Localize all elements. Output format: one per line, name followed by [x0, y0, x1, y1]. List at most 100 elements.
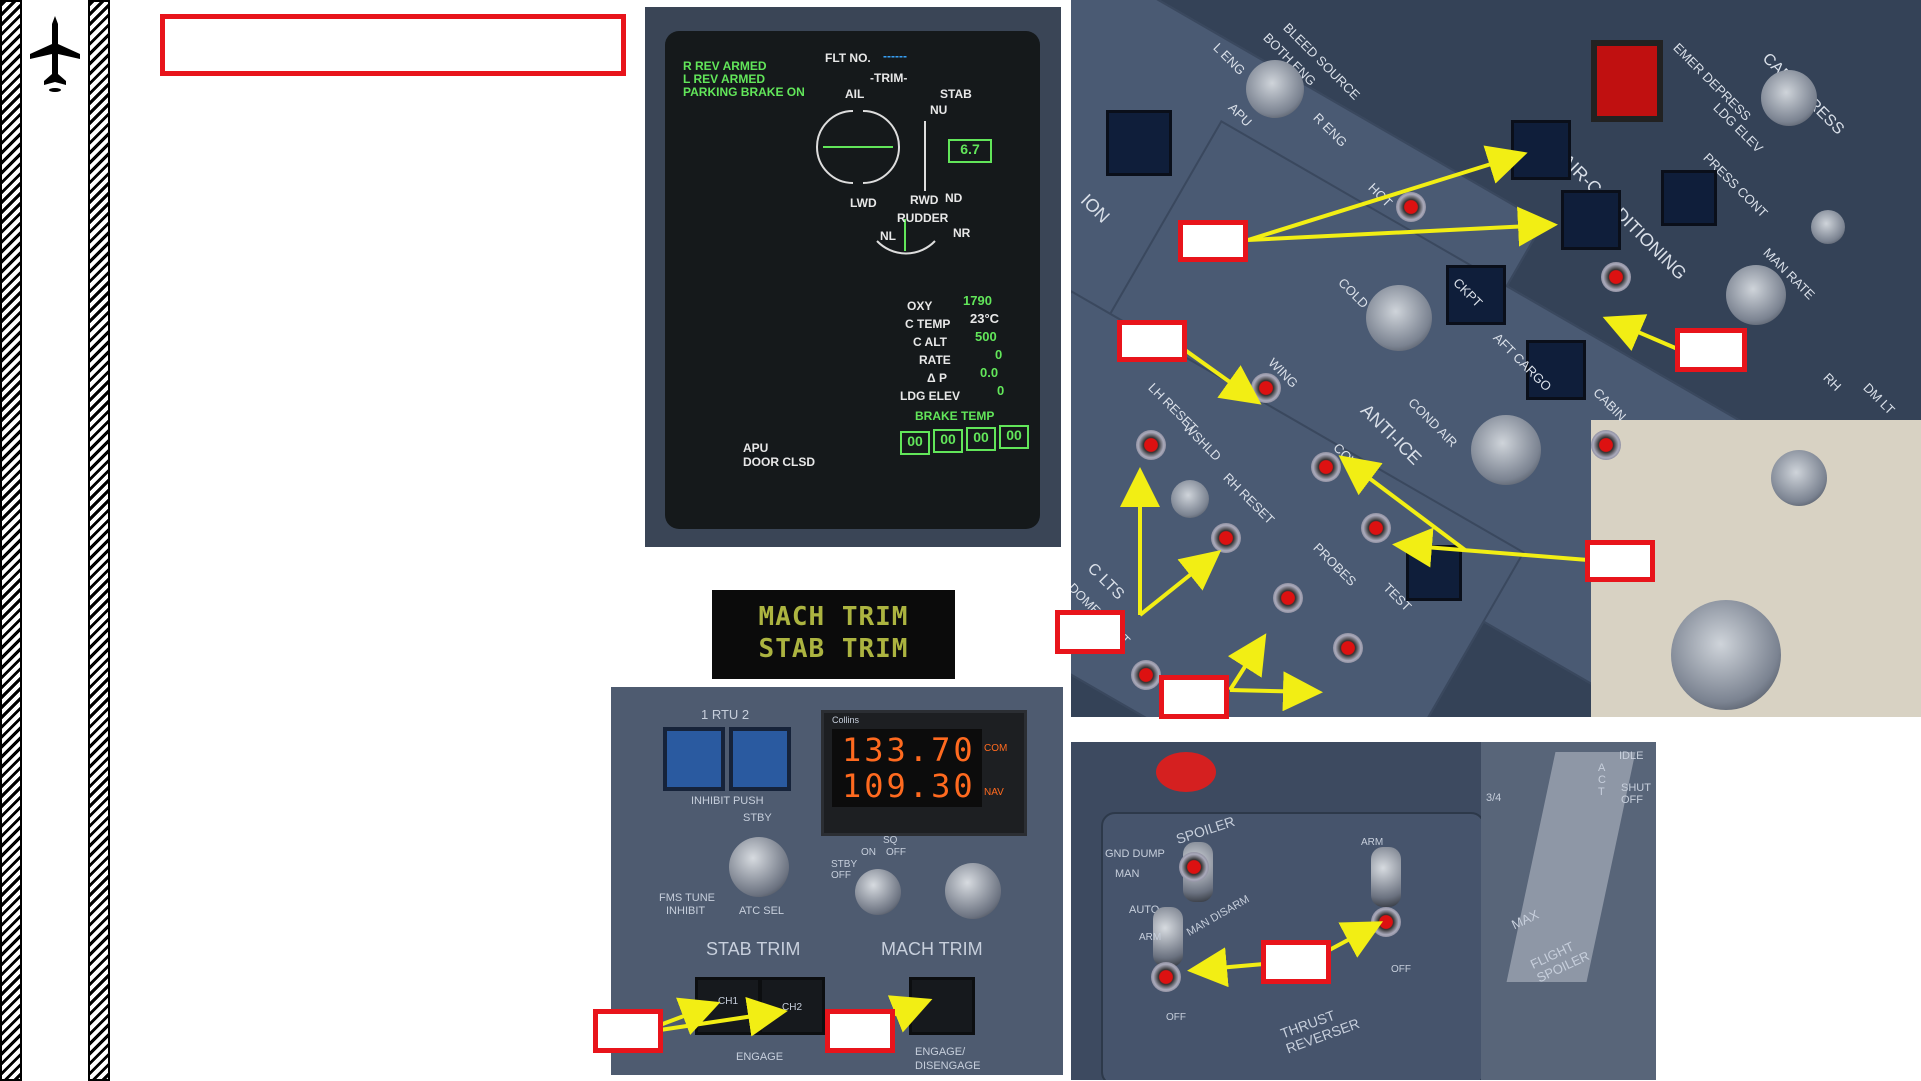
shut-off-label: SHUT OFF [1621, 782, 1651, 806]
eicas-display-photo: R REV ARMED L REV ARMED PARKING BRAKE ON… [645, 7, 1061, 547]
rtu-1-button[interactable] [663, 727, 725, 791]
idle-label: IDLE [1619, 750, 1644, 762]
anti-ice-test-button[interactable] [1171, 480, 1209, 518]
overhead-air-conditioning-photo: BLEED SOURCE BOTH ENG L ENG APU R ENG EM… [1071, 0, 1921, 717]
on-label: ON [861, 847, 876, 858]
cowl-rh-toggle[interactable] [1361, 513, 1391, 543]
stab-label: STAB [940, 87, 972, 101]
airplane-icon [30, 16, 80, 92]
gnd-dump-label: GND DUMP [1105, 848, 1165, 860]
radio-display: 133.70 109.30 [832, 729, 982, 807]
left-hatched-border [0, 0, 22, 1081]
air-outlet [1671, 600, 1781, 710]
red-handle [1156, 752, 1216, 792]
wing-anti-ice-toggle[interactable] [1251, 373, 1281, 403]
left-arm-label: ARM [1139, 932, 1162, 943]
left-off-label: OFF [1166, 1012, 1186, 1023]
title-box [160, 14, 626, 76]
stby-off-label: STBY OFF [831, 859, 857, 881]
calt-label: C ALT [913, 335, 947, 349]
cabin-temp-toggle[interactable] [1591, 430, 1621, 460]
ldg-elev-value: 0 [997, 383, 1005, 398]
trim-label: -TRIM- [870, 71, 908, 85]
right-arm-label: ARM [1361, 837, 1384, 848]
wshld-rh-toggle[interactable] [1211, 523, 1241, 553]
rtu-title: 1 RTU 2 [701, 707, 750, 722]
dm-lt-label: DM LT [1860, 380, 1898, 418]
ldg-elev-knob[interactable] [1761, 70, 1817, 126]
engage-label: ENGAGE [736, 1051, 784, 1063]
calt-value: 500 [975, 329, 997, 344]
pack-light-2[interactable] [1561, 190, 1621, 250]
stab-stop-light[interactable] [1106, 110, 1172, 176]
fms-tune-label: FMS TUNE [659, 892, 716, 904]
com-frequency: 133.70 [842, 731, 976, 769]
man-rate-knob[interactable] [1726, 265, 1786, 325]
cowl-lh-toggle[interactable] [1311, 452, 1341, 482]
probes-lh-toggle[interactable] [1273, 583, 1303, 613]
right-hatched-border [88, 0, 110, 1081]
emer-depress-button[interactable] [1591, 40, 1663, 122]
eicas-screen: R REV ARMED L REV ARMED PARKING BRAKE ON… [665, 31, 1040, 529]
flt-no-value: ------ [883, 49, 907, 63]
annunciator-line-1: MACH TRIM [758, 602, 909, 632]
oxy-value: 1790 [963, 293, 992, 308]
radio-left-knob[interactable] [855, 869, 901, 915]
probes-test-light[interactable] [1406, 545, 1462, 601]
ctemp-label: C TEMP [905, 317, 951, 331]
left-reverser-base [1151, 962, 1181, 992]
apu-door-label: DOOR CLSD [743, 455, 815, 469]
stab-trim-ch1-switch[interactable]: CH1 [695, 977, 761, 1035]
off-label: OFF [886, 847, 906, 858]
radio-right-knob[interactable] [945, 863, 1001, 919]
cabin-press-toggle[interactable] [1811, 210, 1845, 244]
detent-label: 3/4 [1486, 792, 1502, 804]
mach-trim-label: MACH TRIM [881, 939, 983, 959]
nr-label: NR [953, 226, 971, 240]
rate-value: 0 [995, 347, 1003, 362]
right-thrust-reverser-switch[interactable] [1371, 847, 1401, 907]
dome-light-toggle[interactable] [1131, 660, 1161, 690]
callout-wing-anti-ice [1117, 320, 1187, 362]
bleed-source-knob[interactable] [1246, 60, 1304, 118]
ail-label: AIL [845, 87, 865, 101]
radio-brand: Collins [832, 715, 860, 725]
flt-no-label: FLT NO. [825, 51, 871, 65]
rh-dm-lt-knob[interactable] [1771, 450, 1827, 506]
probes-rh-toggle[interactable] [1333, 633, 1363, 663]
ckpt-temp-knob[interactable] [1366, 285, 1432, 351]
press-cont-light[interactable] [1661, 170, 1717, 226]
pack-light-1[interactable] [1511, 120, 1571, 180]
dp-value: 0.0 [980, 365, 999, 380]
mach-trim-switch[interactable] [909, 977, 975, 1035]
oxy-label: OXY [907, 299, 933, 313]
stby-label: STBY [743, 812, 772, 824]
radio-control-unit: Collins 133.70 109.30 COM NAV [821, 710, 1027, 836]
ctemp-value: 23°C [970, 311, 1000, 326]
dp-label: Δ P [927, 371, 947, 385]
atc-sel-knob[interactable] [729, 837, 789, 897]
aft-cargo-toggle[interactable] [1601, 262, 1631, 292]
wshld-lh-toggle[interactable] [1136, 430, 1166, 460]
engage-disengage-label: ENGAGE/ DISENGAGE [915, 1046, 981, 1072]
callout-stab-trim [593, 1009, 663, 1053]
spoiler-thrust-reverser-photo: SPOILER GND DUMP MAN AUTO MAN DISARM ARM… [1071, 742, 1656, 1080]
stab-trim-ch2-switch[interactable]: CH2 [759, 977, 825, 1035]
brake-temp-4: 00 [999, 425, 1029, 449]
inhibit-push-label: INHIBIT PUSH [691, 795, 764, 807]
hot-cold-toggle[interactable] [1396, 192, 1426, 222]
spoiler-switch-base [1179, 852, 1209, 882]
man-label: MAN [1115, 868, 1140, 880]
act-label: A C T [1598, 762, 1606, 798]
cabin-temp-knob[interactable] [1471, 415, 1541, 485]
brake-temp-1: 00 [900, 431, 930, 455]
ch1-label: CH1 [718, 996, 739, 1007]
mach-stab-trim-annunciator: MACH TRIM STAB TRIM [712, 590, 955, 679]
apu-label: APU [743, 441, 769, 455]
callout-wshld-heat [1055, 610, 1125, 654]
eicas-message-1: R REV ARMED [683, 59, 767, 73]
callout-cowl-anti-ice [1585, 540, 1655, 582]
right-reverser-base [1371, 907, 1401, 937]
rtu-2-button[interactable] [729, 727, 791, 791]
callout-cabin-press [1675, 328, 1747, 372]
